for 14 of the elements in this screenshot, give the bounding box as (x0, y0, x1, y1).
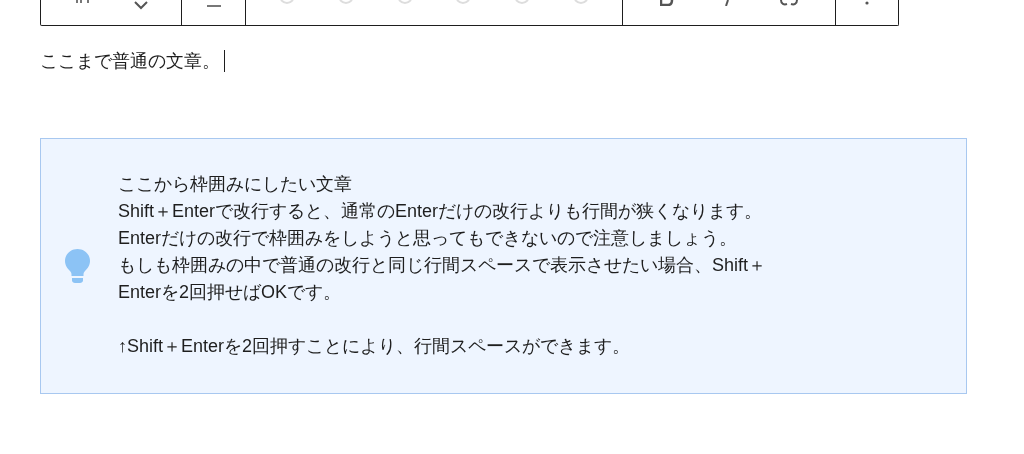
italic-icon[interactable] (724, 0, 730, 6)
lightbulb-icon (64, 248, 91, 284)
link-icon[interactable] (780, 0, 798, 6)
bold-icon[interactable] (660, 0, 674, 6)
more-options-icon[interactable] (865, 0, 869, 6)
callout-text-line: Enterを2回押せばOKです。 (118, 280, 343, 304)
callout-text-line: Enterだけの改行で枠囲みをしようと思ってもできないので注意しましょう。 (118, 226, 739, 250)
callout-text-line: Shift＋Enterで改行すると、通常のEnterだけの改行よりも行間が狭くなります。 (118, 199, 764, 223)
drag-handle-icon[interactable] (74, 0, 92, 4)
callout-text-line: ↑Shift＋Enterを2回押すことにより、行間スペースができます。 (118, 334, 632, 358)
chevron-down-icon[interactable] (134, 0, 148, 10)
callout-text-line: もしも枠囲みの中で普通の改行と同じ行間スペースで表示させたい場合、Shift＋ (118, 253, 767, 277)
callout-text-line: ここから枠囲みにしたい文章 (118, 172, 353, 196)
paragraph-text: ここまで普通の文章。 (40, 49, 220, 73)
